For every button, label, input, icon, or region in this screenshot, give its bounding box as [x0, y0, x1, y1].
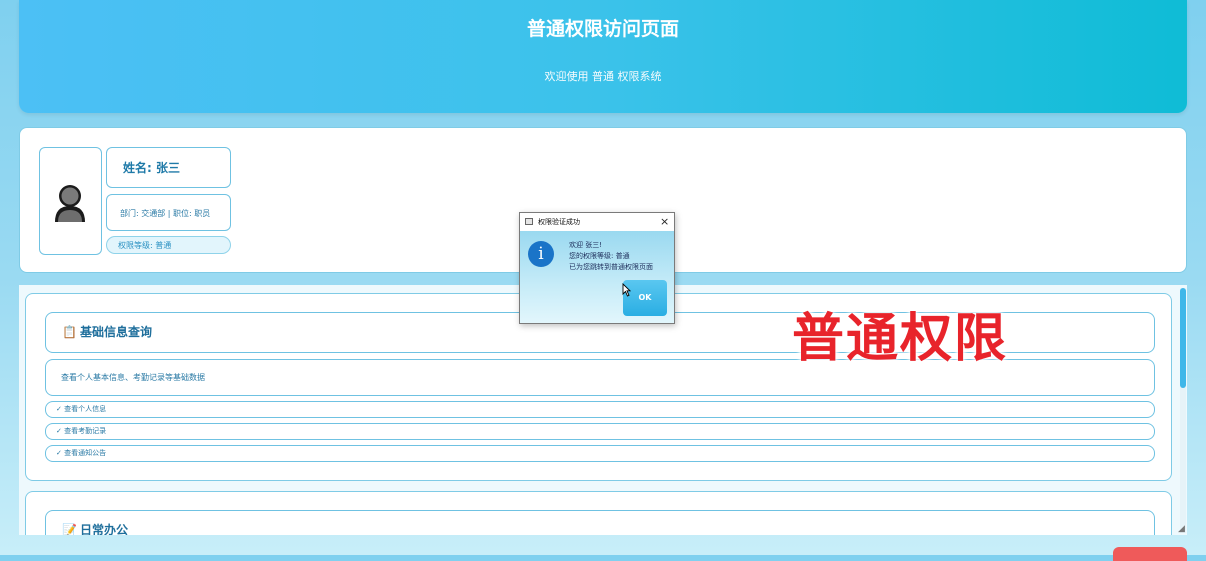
resize-grip-icon[interactable]: ◢: [1178, 524, 1185, 534]
page-subtitle: 欢迎使用 普通 权限系统: [544, 70, 662, 83]
info-icon: i: [528, 241, 554, 267]
window-icon: [525, 218, 533, 225]
module-title-text: 日常办公: [80, 523, 129, 535]
module-title-daily-office[interactable]: 📝 日常办公: [45, 510, 1155, 535]
permission-level-badge: 权限等级: 普通: [106, 236, 231, 254]
permission-success-dialog: 权限验证成功 × i 欢迎 张三! 您的权限等级: 普通 已为您跳转到普通权限页…: [519, 212, 675, 324]
dialog-line-level: 您的权限等级: 普通: [569, 252, 630, 260]
permission-watermark: 普通权限: [792, 309, 1009, 369]
scrollbar-thumb[interactable]: [1180, 288, 1186, 388]
memo-icon: 📝: [62, 523, 77, 535]
dialog-line-welcome: 欢迎 张三!: [569, 241, 603, 249]
user-name: 姓名: 张三: [106, 147, 231, 188]
user-department-position: 部门: 交通部 | 职位: 职员: [106, 194, 231, 231]
module-daily-office: 📝 日常办公: [25, 491, 1172, 535]
close-icon[interactable]: ×: [660, 213, 669, 231]
corner-button[interactable]: [1113, 547, 1187, 561]
page-title: 普通权限访问页面: [526, 18, 679, 40]
feature-item[interactable]: ✓ 查看个人信息: [45, 401, 1155, 418]
dialog-body: i 欢迎 张三! 您的权限等级: 普通 已为您跳转到普通权限页面 OK: [520, 231, 674, 323]
person-icon: [55, 185, 85, 222]
dialog-message: 欢迎 张三! 您的权限等级: 普通 已为您跳转到普通权限页面: [569, 240, 653, 273]
clipboard-icon: 📋: [62, 325, 77, 339]
feature-item[interactable]: ✓ 查看通知公告: [45, 445, 1155, 462]
dialog-title: 权限验证成功: [538, 218, 580, 226]
feature-item[interactable]: ✓ 查看考勤记录: [45, 423, 1155, 440]
dialog-line-redirect: 已为您跳转到普通权限页面: [569, 263, 653, 271]
avatar: [39, 147, 102, 255]
mouse-cursor-icon: [622, 283, 631, 297]
page-header: 普通权限访问页面 欢迎使用 普通 权限系统: [19, 0, 1187, 113]
module-title-text: 基础信息查询: [80, 325, 153, 339]
dialog-titlebar[interactable]: 权限验证成功 ×: [520, 213, 674, 231]
